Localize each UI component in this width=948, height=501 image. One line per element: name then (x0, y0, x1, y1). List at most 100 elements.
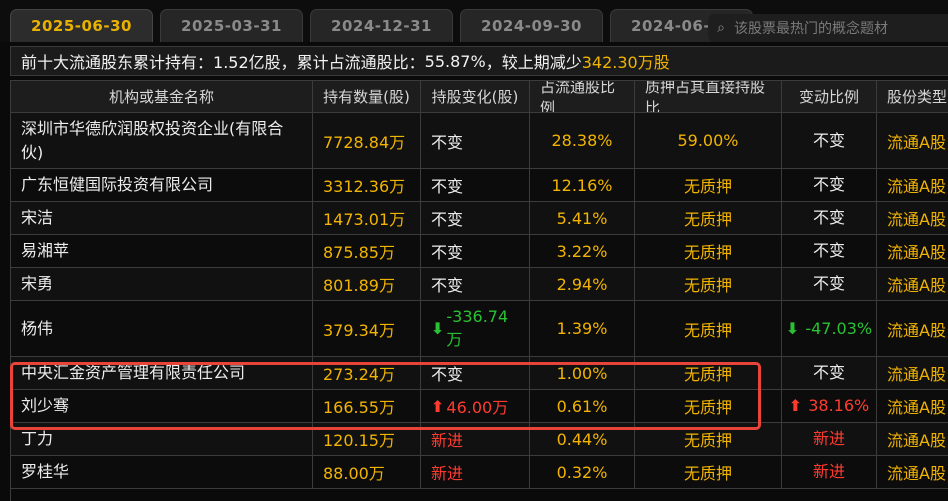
tab-2024-09-30[interactable]: 2024-09-30 (460, 9, 603, 42)
change-pct-cell: 不变 (782, 268, 877, 300)
table-row[interactable]: 广东恒健国际投资有限公司 3312.36万 不变 12.16% 无质押 不变 流通A股 (11, 169, 948, 202)
top-holders-table: 机构或基金名称 持有数量(股) 持股变化(股) 占流通股比例 质押占其直接持股比… (10, 80, 948, 501)
arrow-up-icon: ⬆ (431, 396, 445, 416)
change-value: 不变 (431, 365, 464, 384)
pledge-value: 无质押 (683, 431, 732, 450)
tab-2025-03-31[interactable]: 2025-03-31 (160, 9, 303, 42)
header-change-pct: 变动比例 (782, 81, 877, 112)
summary-mid: ，累计占流通股比： (280, 53, 425, 72)
share-type-cell: 流通A股 (877, 202, 948, 234)
change-pct-cell: 不变 (782, 113, 877, 168)
change-pct-value: 新进 (812, 429, 845, 448)
pledge-cell: 无质押 (635, 456, 782, 488)
ratio-value: 0.32% (556, 462, 608, 482)
change-pct-value: 38.16% (808, 396, 870, 415)
quantity-cell: 1473.01万 (313, 202, 421, 234)
ratio-cell: 3.22% (530, 235, 635, 267)
table-row[interactable]: 深圳市华德欣润股权投资企业(有限合伙) 7728.84万 不变 28.38% 59.00… (11, 113, 948, 169)
change-cell: 不变 (421, 268, 530, 300)
ratio-value: 28.38% (551, 131, 613, 150)
change-cell: 新进 (421, 456, 530, 488)
quantity-value: 273.24万 (323, 365, 395, 384)
quantity-cell: 875.85万 (313, 235, 421, 267)
share-type-cell: 流通A股 (877, 169, 948, 201)
arrow-down-icon: ⬇ (431, 319, 445, 338)
share-type-value: 流通A股 (887, 320, 946, 340)
table-row[interactable]: 宋洁 1473.01万 不变 5.41% 无质押 不变 流通A股 (11, 202, 948, 235)
share-type-cell: 流通A股 (877, 423, 948, 455)
pledge-cell: 无质押 (635, 301, 782, 356)
holder-name-cell: 易湘苹 (11, 235, 313, 267)
header-name: 机构或基金名称 (11, 81, 313, 112)
quantity-cell: 273.24万 (313, 357, 421, 389)
ratio-value: 0.61% (556, 396, 608, 416)
change-pct-value: 新进 (812, 462, 845, 481)
ratio-cell: 2.94% (530, 268, 635, 300)
pledge-value: 无质押 (683, 365, 732, 384)
summary-change: 342.30万股 (581, 53, 670, 72)
change-value: 新进 (431, 431, 464, 450)
quantity-value: 88.00万 (323, 464, 385, 483)
quantity-value: 166.55万 (323, 398, 395, 417)
arrow-down-icon: ⬇ (785, 318, 800, 338)
holder-name-cell: 中央汇金资产管理有限责任公司 (11, 357, 313, 389)
quantity-cell: 88.00万 (313, 456, 421, 488)
ratio-value: 12.16% (551, 175, 613, 195)
quantity-value: 875.85万 (323, 243, 395, 262)
change-pct-cell: 不变 (782, 169, 877, 201)
pledge-value: 无质押 (683, 320, 732, 340)
change-cell: 不变 (421, 235, 530, 267)
share-type-cell: 流通A股 (877, 113, 948, 168)
pledge-value: 59.00% (677, 131, 739, 150)
ratio-value: 2.94% (556, 274, 608, 294)
share-type-value: 流通A股 (887, 365, 946, 384)
change-pct-value: 不变 (812, 274, 845, 293)
tab-2024-12-31[interactable]: 2024-12-31 (310, 9, 453, 42)
change-value: 新进 (431, 464, 464, 483)
ratio-cell: 1.39% (530, 301, 635, 356)
change-pct-value: -47.03% (805, 318, 873, 338)
summary-ratio: 55.87% (424, 51, 486, 71)
quantity-cell: 379.34万 (313, 301, 421, 356)
change-pct-cell: 新进 (782, 423, 877, 455)
holder-name-cell: 杨伟 (11, 301, 313, 356)
change-value: -336.74万 (446, 307, 509, 349)
pledge-value: 无质押 (683, 177, 732, 196)
share-type-value: 流通A股 (887, 464, 946, 483)
pledge-cell: 无质押 (635, 423, 782, 455)
change-cell: ⬇ -336.74万 (421, 301, 530, 356)
pledge-cell: 59.00% (635, 113, 782, 168)
table-row[interactable]: 杨伟 379.34万 ⬇ -336.74万 1.39% 无质押 ⬇ -47.03% 流通A股 (11, 301, 948, 357)
table-row[interactable]: 丁力 120.15万 新进 0.44% 无质押 新进 流通A股 (11, 423, 948, 456)
holder-name: 罗桂华 (21, 462, 70, 481)
quantity-value: 7728.84万 (323, 132, 406, 152)
change-pct-cell: 不变 (782, 202, 877, 234)
share-type-value: 流通A股 (887, 276, 946, 295)
change-value: 不变 (431, 276, 464, 295)
share-type-value: 流通A股 (887, 177, 946, 196)
quantity-value: 120.15万 (323, 431, 395, 450)
table-row[interactable]: 刘少骞 166.55万 ⬆ 46.00万 0.61% 无质押 ⬆ 38.16% 流通A股 (11, 390, 948, 423)
table-row[interactable]: 罗桂华 88.00万 新进 0.32% 无质押 新进 流通A股 (11, 456, 948, 489)
table-row[interactable]: 宋勇 801.89万 不变 2.94% 无质押 不变 流通A股 (11, 268, 948, 301)
change-value: 不变 (431, 243, 464, 262)
share-type-value: 流通A股 (887, 431, 946, 450)
table-row[interactable]: 易湘苹 875.85万 不变 3.22% 无质押 不变 流通A股 (11, 235, 948, 268)
ratio-value: 3.22% (556, 241, 608, 261)
quantity-value: 1473.01万 (323, 210, 406, 229)
quantity-value: 801.89万 (323, 276, 395, 295)
tab-2025-06-30[interactable]: 2025-06-30 (10, 9, 153, 42)
holder-name: 宋勇 (21, 274, 54, 293)
holder-name: 中央汇金资产管理有限责任公司 (21, 363, 246, 382)
change-pct-value: 不变 (812, 241, 845, 260)
quantity-cell: 7728.84万 (313, 113, 421, 168)
ratio-value: 1.39% (556, 319, 608, 338)
search-icon: ⌕ (717, 20, 725, 36)
change-cell: 不变 (421, 169, 530, 201)
table-row[interactable]: 中央汇金资产管理有限责任公司 273.24万 不变 1.00% 无质押 不变 流通A股 (11, 357, 948, 390)
change-pct-cell: 不变 (782, 235, 877, 267)
search-input[interactable]: ⌕ 该股票最热门的概念题材 (708, 14, 948, 42)
change-cell: 不变 (421, 113, 530, 168)
change-pct-value: 不变 (812, 175, 845, 194)
search-placeholder: 该股票最热门的概念题材 (734, 21, 888, 37)
